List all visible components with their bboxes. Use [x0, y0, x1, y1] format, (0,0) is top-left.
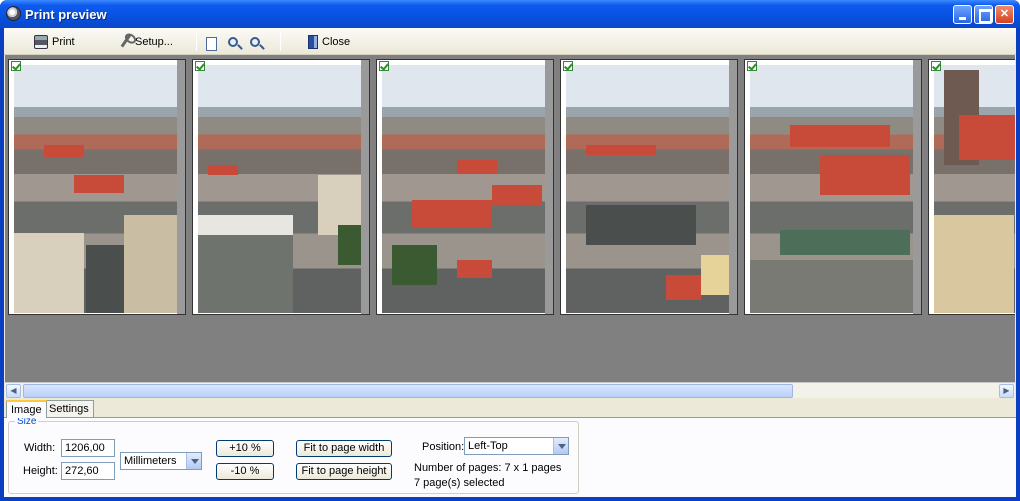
setup-label: Setup...: [135, 35, 173, 48]
pages-info: Number of pages: 7 x 1 pages: [414, 462, 562, 474]
width-label: Width:: [24, 442, 56, 454]
tab-strip: Image Settings: [4, 400, 1016, 418]
page-edge: [361, 60, 369, 314]
panorama-tile-image: [934, 65, 1015, 313]
zoom-out-icon: [250, 36, 260, 47]
width-field[interactable]: 1206,00: [61, 439, 115, 457]
wrench-icon: [120, 33, 135, 50]
toolbar-separator: [196, 32, 197, 51]
app-icon: [6, 6, 21, 21]
toolbar-separator: [280, 32, 281, 51]
scroll-left-button[interactable]: ◀: [6, 384, 21, 398]
tab-image[interactable]: Image: [6, 400, 47, 418]
print-button[interactable]: Print: [34, 33, 75, 50]
preview-page[interactable]: [744, 59, 922, 315]
window-title: Print preview: [25, 7, 107, 22]
chevron-down-icon: [553, 438, 568, 454]
selected-info: 7 page(s) selected: [414, 477, 505, 489]
print-label: Print: [52, 35, 75, 48]
window-close-button[interactable]: ✕: [995, 5, 1014, 24]
preview-page[interactable]: [928, 59, 1015, 315]
page-checkbox[interactable]: [195, 61, 205, 71]
page-preview-icon: [206, 37, 217, 51]
minimize-button[interactable]: [953, 5, 972, 24]
panorama-tile-image: [750, 65, 913, 313]
close-door-icon: [308, 34, 318, 49]
position-value: Left-Top: [468, 440, 508, 452]
fit-to-page-width-button[interactable]: Fit to page width: [296, 440, 392, 457]
zoom-out-button[interactable]: [250, 33, 260, 50]
setup-button[interactable]: Setup...: [120, 33, 173, 50]
printer-icon: [34, 34, 48, 49]
page-checkbox[interactable]: [747, 61, 757, 71]
client-area: Print Setup... Close ◀ ▶ Image Settings …: [4, 28, 1016, 497]
scroll-right-button[interactable]: ▶: [999, 384, 1014, 398]
toolbar: Print Setup... Close: [4, 28, 1016, 55]
tab-settings[interactable]: Settings: [44, 400, 94, 417]
page-checkbox[interactable]: [931, 61, 941, 71]
preview-page[interactable]: [560, 59, 738, 315]
panorama-tile-image: [14, 65, 177, 313]
position-label: Position:: [422, 441, 465, 453]
page-edge: [177, 60, 185, 314]
page-edge: [913, 60, 921, 314]
zoom-in-icon: [228, 36, 238, 47]
print-preview-window: Print preview ✕ Print Setup... Close ◀ ▶…: [0, 0, 1020, 501]
height-field[interactable]: 272,60: [61, 462, 115, 480]
page-edge: [729, 60, 737, 314]
close-button[interactable]: Close: [308, 33, 350, 50]
page-checkbox[interactable]: [11, 61, 21, 71]
horizontal-scrollbar[interactable]: ◀ ▶: [5, 382, 1015, 398]
preview-page[interactable]: [192, 59, 370, 315]
height-label: Height:: [23, 465, 58, 477]
page-checkbox[interactable]: [379, 61, 389, 71]
panorama-tile-image: [382, 65, 545, 313]
unit-select[interactable]: Millimeters: [120, 452, 202, 470]
preview-page[interactable]: [8, 59, 186, 315]
zoom-in-button[interactable]: [228, 33, 238, 50]
preview-area[interactable]: [5, 55, 1015, 382]
title-bar: Print preview ✕: [0, 0, 1020, 28]
maximize-button[interactable]: [974, 5, 993, 24]
position-select[interactable]: Left-Top: [464, 437, 569, 455]
preview-page[interactable]: [376, 59, 554, 315]
size-group: Size Width: 1206,00 Height: 272,60 Milli…: [8, 416, 579, 494]
tab-panel: Size Width: 1206,00 Height: 272,60 Milli…: [4, 416, 1016, 497]
minus-10-button[interactable]: -10 %: [216, 463, 274, 480]
panorama-tile-image: [198, 65, 361, 313]
plus-10-button[interactable]: +10 %: [216, 440, 274, 457]
unit-value: Millimeters: [124, 455, 177, 467]
panorama-tile-image: [566, 65, 729, 313]
close-label: Close: [322, 35, 351, 48]
page-checkbox[interactable]: [563, 61, 573, 71]
chevron-down-icon: [186, 453, 201, 469]
scrollbar-thumb[interactable]: [23, 384, 793, 398]
fit-to-page-height-button[interactable]: Fit to page height: [296, 463, 392, 480]
page-edge: [545, 60, 553, 314]
